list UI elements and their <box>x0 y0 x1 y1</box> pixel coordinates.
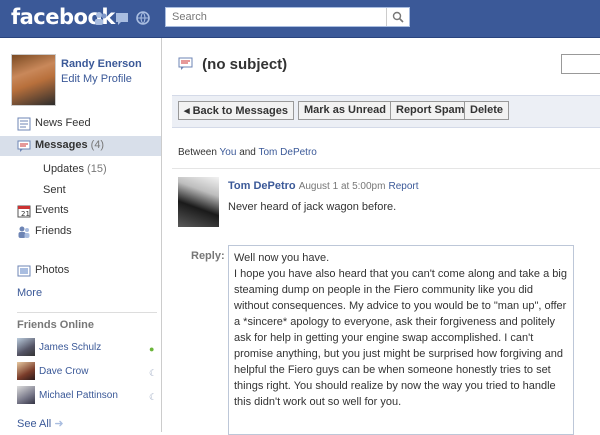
search-icon <box>392 11 404 23</box>
search-input[interactable]: Search <box>165 7 410 27</box>
sidebar-item-photos[interactable]: Photos <box>0 261 161 281</box>
sender-name-link[interactable]: Tom DePetro <box>228 180 296 192</box>
sidebar-item-friends[interactable]: Friends <box>0 222 161 242</box>
profile-avatar[interactable] <box>11 54 56 106</box>
thread-participants: Between You and Tom DePetro <box>178 147 317 158</box>
search-placeholder: Search <box>172 11 207 23</box>
sidebar-item-updates[interactable]: Updates (15) <box>43 163 107 175</box>
participant-you-link[interactable]: You <box>220 147 237 158</box>
divider <box>172 168 600 169</box>
message-thread-icon <box>178 57 193 70</box>
mark-as-unread-button[interactable]: Mark as Unread <box>298 101 392 120</box>
profile-name[interactable]: Randy Enerson <box>61 58 142 70</box>
thread-subject: (no subject) <box>178 56 287 73</box>
messages-icon <box>17 140 31 152</box>
search-button[interactable] <box>386 8 409 26</box>
message-header: Tom DePetro August 1 at 5:00pm Report <box>228 180 419 192</box>
friend-requests-icon[interactable] <box>94 11 108 25</box>
see-all-friends-link[interactable]: See All ➜ <box>17 417 64 430</box>
news-feed-icon <box>17 117 31 131</box>
reply-textarea[interactable]: Well now you have. I hope you have also … <box>228 245 574 435</box>
updates-label: Updates <box>43 163 84 175</box>
edit-profile-link[interactable]: Edit My Profile <box>61 73 132 85</box>
messages-icon[interactable] <box>115 11 129 25</box>
message-thread: (no subject) ◂ Back to Messages Mark as … <box>162 38 600 435</box>
participant-other-link[interactable]: Tom DePetro <box>258 147 316 158</box>
svg-text:21: 21 <box>21 210 30 218</box>
friend-name: Dave Crow <box>39 366 89 377</box>
friend-name: James Schulz <box>39 342 102 353</box>
thread-search-box[interactable] <box>561 54 600 74</box>
idle-moon-icon: ☾ <box>149 392 158 402</box>
sidebar-item-messages[interactable]: Messages (4) <box>0 136 161 156</box>
message-timestamp: August 1 at 5:00pm <box>298 181 386 192</box>
friend-name: Michael Pattinson <box>39 390 118 401</box>
message-body: Never heard of jack wagon before. <box>228 201 397 213</box>
sidebar-item-events[interactable]: 21 Events <box>0 201 161 221</box>
messages-label: Messages <box>35 139 88 151</box>
photos-label: Photos <box>35 264 70 276</box>
friends-label: Friends <box>35 225 72 237</box>
friend-online-item[interactable]: James Schulz ● <box>17 338 157 360</box>
events-label: Events <box>35 204 69 216</box>
thread-subject-text: (no subject) <box>202 56 288 73</box>
delete-button[interactable]: Delete <box>464 101 510 120</box>
left-sidebar: Randy Enerson Edit My Profile News Feed … <box>0 38 162 432</box>
friend-avatar <box>17 386 35 404</box>
friend-avatar <box>17 362 35 380</box>
photos-icon <box>17 265 31 277</box>
sidebar-item-sent[interactable]: Sent <box>43 184 66 196</box>
friends-online-divider <box>17 312 157 313</box>
between-and: and <box>239 147 256 158</box>
messages-count: (4) <box>90 139 105 151</box>
sidebar-more-link[interactable]: More <box>17 287 42 299</box>
reply-label: Reply: <box>191 250 225 262</box>
report-spam-button[interactable]: Report Spam <box>390 101 471 120</box>
between-prefix: Between <box>178 147 217 158</box>
see-all-label: See All <box>17 418 52 430</box>
idle-moon-icon: ☾ <box>149 368 158 378</box>
arrow-right-icon: ➜ <box>54 418 64 430</box>
friend-online-item[interactable]: Dave Crow ☾ <box>17 362 157 384</box>
notifications-globe-icon[interactable] <box>136 11 150 25</box>
friends-online-title: Friends Online <box>17 319 95 331</box>
report-message-link[interactable]: Report <box>389 181 419 192</box>
friend-online-item[interactable]: Michael Pattinson ☾ <box>17 386 157 408</box>
back-to-messages-button[interactable]: ◂ Back to Messages <box>178 101 294 120</box>
top-bar: facebook Search <box>0 0 600 38</box>
updates-count: (15) <box>87 163 107 175</box>
friend-avatar <box>17 338 35 356</box>
thread-toolbar: ◂ Back to Messages Mark as Unread Report… <box>172 95 600 128</box>
news-feed-label: News Feed <box>35 117 91 129</box>
sender-avatar[interactable] <box>178 177 219 227</box>
sidebar-item-news-feed[interactable]: News Feed <box>0 114 161 134</box>
online-status-icon: ● <box>149 344 155 354</box>
calendar-icon: 21 <box>17 205 31 218</box>
friends-icon <box>18 226 30 238</box>
